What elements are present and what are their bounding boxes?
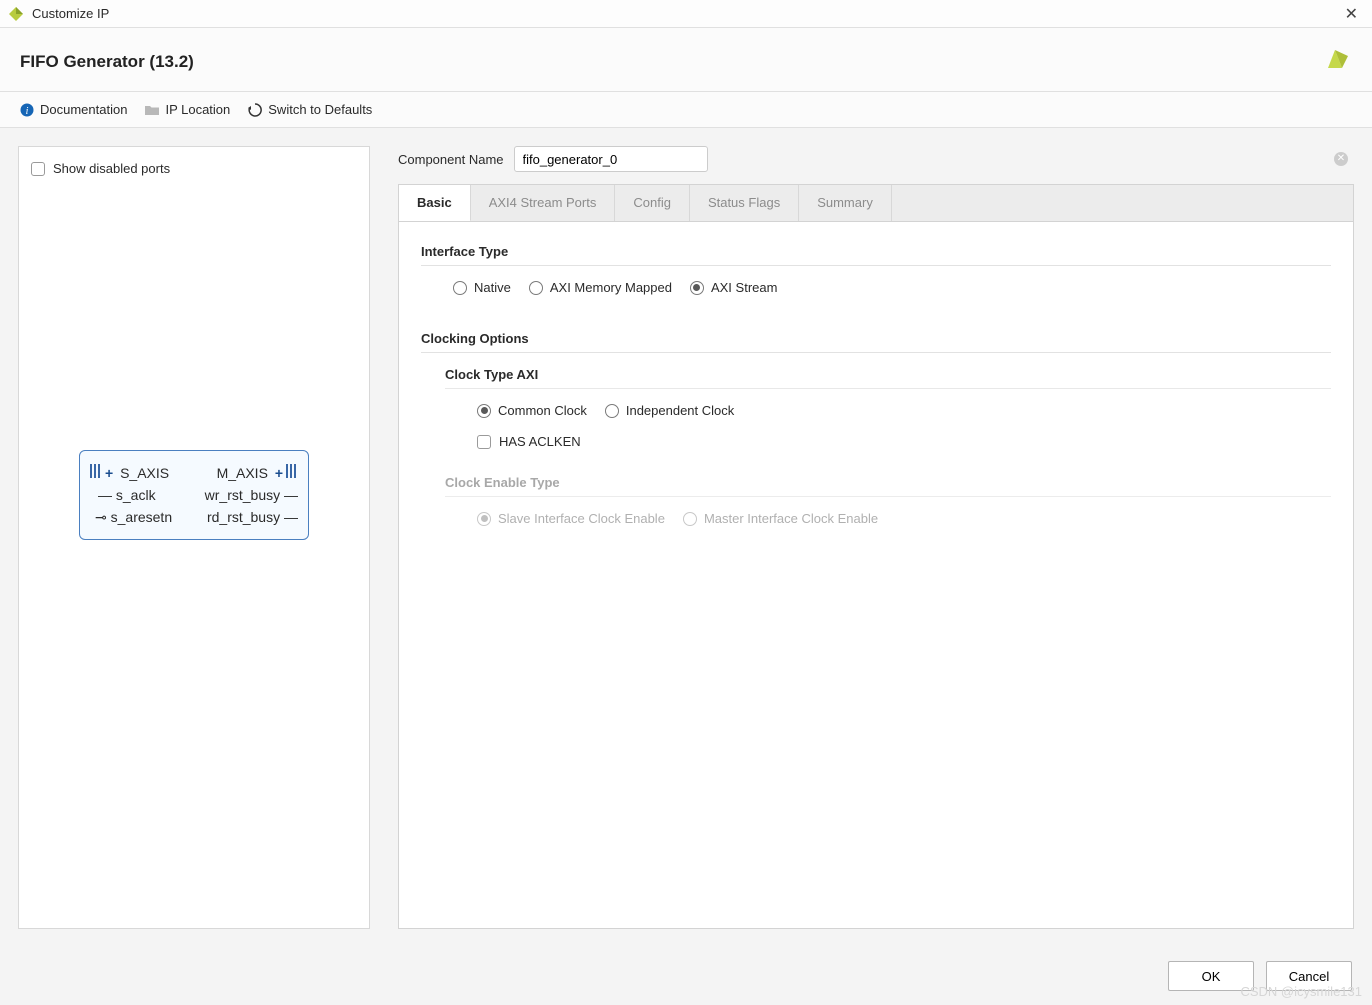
component-name-label: Component Name <box>398 152 504 167</box>
radio-axi-memory-mapped[interactable]: AXI Memory Mapped <box>529 280 672 295</box>
clear-icon[interactable]: ✕ <box>1334 152 1348 166</box>
ip-location-link[interactable]: IP Location <box>145 102 230 117</box>
show-disabled-ports-label: Show disabled ports <box>53 161 170 176</box>
interface-type-group: Native AXI Memory Mapped AXI Stream <box>453 280 1331 295</box>
folder-icon <box>145 103 159 117</box>
window-title: Customize IP <box>32 6 109 21</box>
radio-common-clock[interactable]: Common Clock <box>477 403 587 418</box>
documentation-label: Documentation <box>40 102 127 117</box>
ip-block-symbol: + S_AXIS M_AXIS + — s_aclk wr_rst_busy —… <box>79 450 309 540</box>
close-icon[interactable]: ✕ <box>1339 2 1364 26</box>
component-name-input[interactable] <box>514 146 708 172</box>
tab-basic[interactable]: Basic <box>399 185 471 222</box>
clock-type-axi-title: Clock Type AXI <box>445 367 1331 389</box>
switch-defaults-link[interactable]: Switch to Defaults <box>248 102 372 117</box>
footer: OK Cancel <box>0 947 1372 1005</box>
tab-status-flags[interactable]: Status Flags <box>690 185 799 221</box>
refresh-icon <box>248 103 262 117</box>
radio-master-iface-clk-enable: Master Interface Clock Enable <box>683 511 878 526</box>
clock-type-group: Common Clock Independent Clock <box>477 403 1331 418</box>
port-s-aresetn: s_aresetn <box>111 509 172 525</box>
titlebar: Customize IP ✕ <box>0 0 1372 28</box>
tab-axi4-stream-ports[interactable]: AXI4 Stream Ports <box>471 185 616 221</box>
ip-location-label: IP Location <box>165 102 230 117</box>
interface-type-title: Interface Type <box>421 244 1331 266</box>
checkbox-icon <box>31 162 45 176</box>
port-s-aclk: s_aclk <box>116 487 156 503</box>
info-icon: i <box>20 103 34 117</box>
preview-panel: Show disabled ports + S_AXIS M_AXIS + — … <box>18 146 370 929</box>
customize-ip-window: Customize IP ✕ FIFO Generator (13.2) i D… <box>0 0 1372 1005</box>
has-aclken-checkbox[interactable]: HAS ACLKEN <box>477 434 1331 449</box>
radio-axi-stream[interactable]: AXI Stream <box>690 280 777 295</box>
vendor-logo-icon <box>1318 46 1352 77</box>
cancel-button[interactable]: Cancel <box>1266 961 1352 991</box>
page-title: FIFO Generator (13.2) <box>20 52 194 72</box>
has-aclken-label: HAS ACLKEN <box>499 434 581 449</box>
show-disabled-ports-checkbox[interactable]: Show disabled ports <box>27 157 361 180</box>
component-name-row: Component Name ✕ <box>398 146 1354 172</box>
clock-enable-type-title: Clock Enable Type <box>445 475 1331 497</box>
port-m-axis: M_AXIS <box>217 465 268 481</box>
clock-enable-type-group: Slave Interface Clock Enable Master Inte… <box>477 511 1331 526</box>
switch-defaults-label: Switch to Defaults <box>268 102 372 117</box>
bus-glyph-icon <box>286 464 298 478</box>
port-s-axis: S_AXIS <box>120 465 169 481</box>
svg-text:i: i <box>26 106 29 117</box>
documentation-link[interactable]: i Documentation <box>20 102 127 117</box>
toolbar: i Documentation IP Location Switch to De… <box>0 92 1372 128</box>
config-panel: Component Name ✕ Basic AXI4 Stream Ports… <box>398 146 1354 929</box>
radio-independent-clock[interactable]: Independent Clock <box>605 403 734 418</box>
radio-slave-iface-clk-enable: Slave Interface Clock Enable <box>477 511 665 526</box>
ok-button[interactable]: OK <box>1168 961 1254 991</box>
radio-native[interactable]: Native <box>453 280 511 295</box>
bus-glyph-icon <box>90 464 102 478</box>
tab-bar: Basic AXI4 Stream Ports Config Status Fl… <box>398 184 1354 221</box>
clocking-options-title: Clocking Options <box>421 331 1331 353</box>
tab-summary[interactable]: Summary <box>799 185 892 221</box>
header: FIFO Generator (13.2) <box>0 28 1372 92</box>
tab-content-basic: Interface Type Native AXI Memory Mapped … <box>398 221 1354 929</box>
port-rd-rst-busy: rd_rst_busy <box>207 509 280 525</box>
content-area: Show disabled ports + S_AXIS M_AXIS + — … <box>0 128 1372 947</box>
app-icon <box>8 6 24 22</box>
checkbox-icon <box>477 435 491 449</box>
tab-config[interactable]: Config <box>615 185 690 221</box>
port-wr-rst-busy: wr_rst_busy <box>205 487 280 503</box>
